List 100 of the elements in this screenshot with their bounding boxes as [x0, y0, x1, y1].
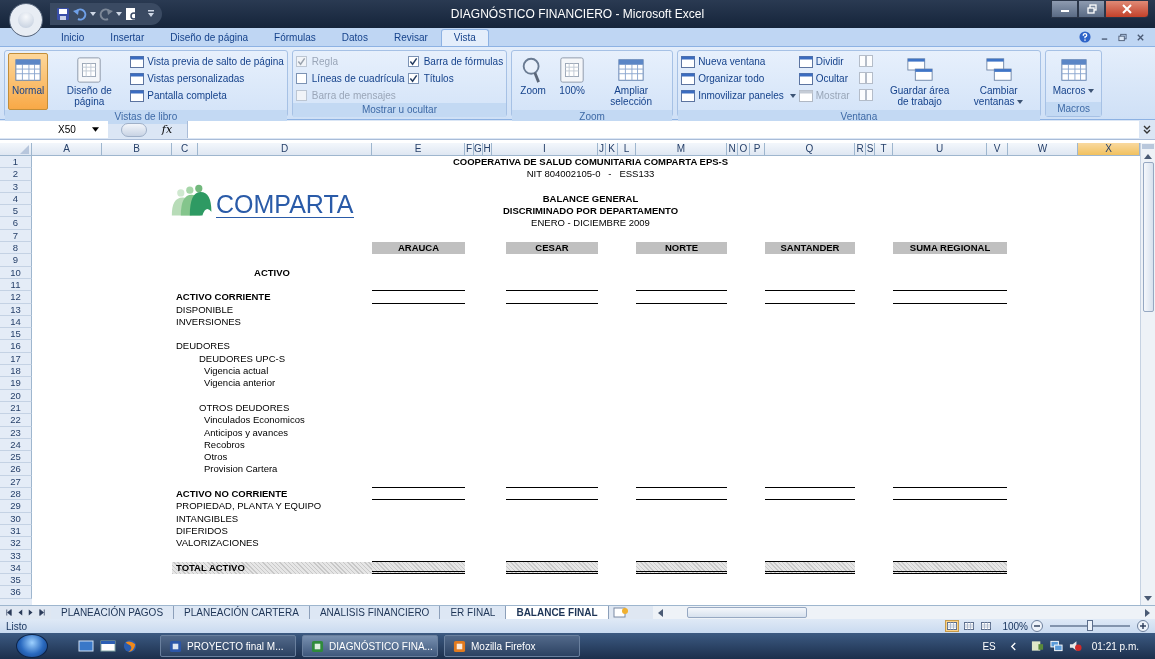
- taskbar-button[interactable]: PROYECTO final M...: [160, 635, 296, 657]
- column-header[interactable]: Q: [765, 143, 855, 155]
- redo-icon[interactable]: [99, 7, 113, 21]
- checkbox[interactable]: [295, 73, 307, 84]
- row-header[interactable]: 18: [0, 365, 32, 378]
- globe-icon[interactable]: [122, 639, 138, 653]
- ribbon-tab[interactable]: Insertar: [97, 29, 158, 46]
- column-header[interactable]: L: [618, 143, 636, 155]
- close-icon[interactable]: [1136, 32, 1145, 42]
- column-header[interactable]: U: [893, 143, 987, 155]
- sheet-tab[interactable]: BALANCE FINAL: [506, 606, 609, 619]
- desktop-icon[interactable]: [78, 639, 94, 653]
- ribbon-button[interactable]: Normal: [8, 53, 49, 110]
- start-button[interactable]: [16, 634, 48, 658]
- row-header[interactable]: 35: [0, 574, 32, 587]
- scroll-right-icon[interactable]: [1145, 608, 1151, 617]
- row-header[interactable]: 12: [0, 291, 32, 304]
- undo-icon[interactable]: [73, 7, 87, 21]
- vertical-scrollbar[interactable]: [1140, 143, 1155, 605]
- row-header[interactable]: 29: [0, 500, 32, 513]
- scroll-thumb[interactable]: [686, 607, 807, 618]
- ribbon-tab[interactable]: Diseño de página: [157, 29, 262, 46]
- checkbox[interactable]: [407, 73, 419, 84]
- minimize-button[interactable]: [1051, 0, 1078, 18]
- sheet-nav-icon[interactable]: [39, 609, 45, 616]
- row-header[interactable]: 9: [0, 254, 32, 267]
- column-header[interactable]: H: [483, 143, 492, 155]
- column-header[interactable]: K: [606, 143, 618, 155]
- view-button[interactable]: [962, 620, 977, 632]
- taskbar-button[interactable]: Mozilla Firefox: [444, 635, 580, 657]
- row-header[interactable]: 28: [0, 488, 32, 501]
- scroll-down-icon[interactable]: [1144, 596, 1152, 602]
- row-header[interactable]: 8: [0, 242, 32, 255]
- language-indicator[interactable]: ES: [982, 640, 996, 652]
- column-header[interactable]: M: [636, 143, 727, 155]
- row-header[interactable]: 22: [0, 414, 32, 427]
- ribbon-tab[interactable]: Inicio: [48, 29, 98, 46]
- row-header[interactable]: 19: [0, 377, 32, 390]
- row-header[interactable]: 36: [0, 586, 32, 599]
- ribbon-button[interactable]: 100%: [554, 53, 591, 110]
- caret-icon[interactable]: [90, 12, 96, 16]
- checkbox[interactable]: [407, 56, 419, 67]
- ribbon-button[interactable]: Cambiar ventanas: [960, 53, 1037, 110]
- row-header[interactable]: 5: [0, 205, 32, 218]
- row-header[interactable]: 25: [0, 451, 32, 464]
- column-header[interactable]: S: [866, 143, 875, 155]
- ribbon-button[interactable]: Dividir: [798, 54, 850, 69]
- column-header[interactable]: O: [738, 143, 750, 155]
- ribbon-button[interactable]: Diseño de página: [51, 53, 128, 110]
- ribbon-tab[interactable]: Datos: [328, 29, 381, 46]
- caret-icon[interactable]: [116, 12, 122, 16]
- row-header[interactable]: 15: [0, 328, 32, 341]
- close-button[interactable]: [1105, 0, 1149, 18]
- column-header[interactable]: F: [465, 143, 474, 155]
- caret-icon[interactable]: [92, 127, 99, 132]
- expand-icon[interactable]: [1142, 124, 1152, 135]
- device-icon[interactable]: [1030, 640, 1044, 652]
- name-box[interactable]: X50: [0, 121, 108, 138]
- ribbon-button[interactable]: Zoom: [515, 53, 552, 110]
- scroll-thumb[interactable]: [1142, 162, 1154, 312]
- column-header[interactable]: C: [172, 143, 198, 155]
- office-button[interactable]: [9, 3, 43, 37]
- ribbon-button[interactable]: Inmovilizar paneles: [681, 88, 796, 103]
- help-icon[interactable]: [1079, 31, 1091, 43]
- column-header[interactable]: T: [875, 143, 893, 155]
- ribbon-button[interactable]: Pantalla completa: [130, 88, 284, 103]
- column-header[interactable]: J: [598, 143, 606, 155]
- column-header[interactable]: V: [987, 143, 1008, 155]
- restore-button[interactable]: [1078, 0, 1105, 18]
- ribbon-tab[interactable]: Revisar: [380, 29, 441, 46]
- column-header[interactable]: A: [32, 143, 102, 155]
- row-header[interactable]: 1: [0, 156, 32, 169]
- zoom-out-icon[interactable]: [1031, 620, 1043, 632]
- column-header[interactable]: R: [855, 143, 866, 155]
- view-button[interactable]: [945, 620, 960, 632]
- column-header[interactable]: P: [750, 143, 765, 155]
- ribbon-button[interactable]: Nueva ventana: [681, 54, 796, 69]
- window-icon[interactable]: [100, 639, 116, 653]
- ribbon-button[interactable]: Guardar área de trabajo: [881, 53, 958, 110]
- formula-field[interactable]: [187, 121, 1139, 138]
- scroll-up-icon[interactable]: [1144, 153, 1152, 159]
- ribbon-button[interactable]: Vista previa de salto de página: [130, 54, 284, 69]
- ribbon-button[interactable]: Organizar todo: [681, 71, 796, 86]
- taskbar-button[interactable]: DIAGNÓSTICO FINA...: [302, 635, 438, 657]
- ribbon-button[interactable]: Ampliar selección: [593, 53, 670, 110]
- column-header[interactable]: D: [198, 143, 372, 155]
- row-header[interactable]: 32: [0, 537, 32, 550]
- ribbon-button[interactable]: Vistas personalizadas: [130, 71, 284, 86]
- customize-icon[interactable]: [148, 10, 154, 18]
- scroll-left-icon[interactable]: [656, 608, 663, 617]
- split-handle[interactable]: [1142, 144, 1154, 149]
- speaker-muted-icon[interactable]: [1068, 640, 1082, 652]
- column-header[interactable]: B: [102, 143, 172, 155]
- column-header[interactable]: N: [727, 143, 738, 155]
- column-header[interactable]: X: [1078, 143, 1140, 155]
- save-icon[interactable]: [56, 7, 70, 21]
- network-icon[interactable]: [1049, 640, 1063, 652]
- slider-thumb[interactable]: [1087, 620, 1093, 631]
- row-header[interactable]: 26: [0, 463, 32, 476]
- row-header[interactable]: 2: [0, 168, 32, 181]
